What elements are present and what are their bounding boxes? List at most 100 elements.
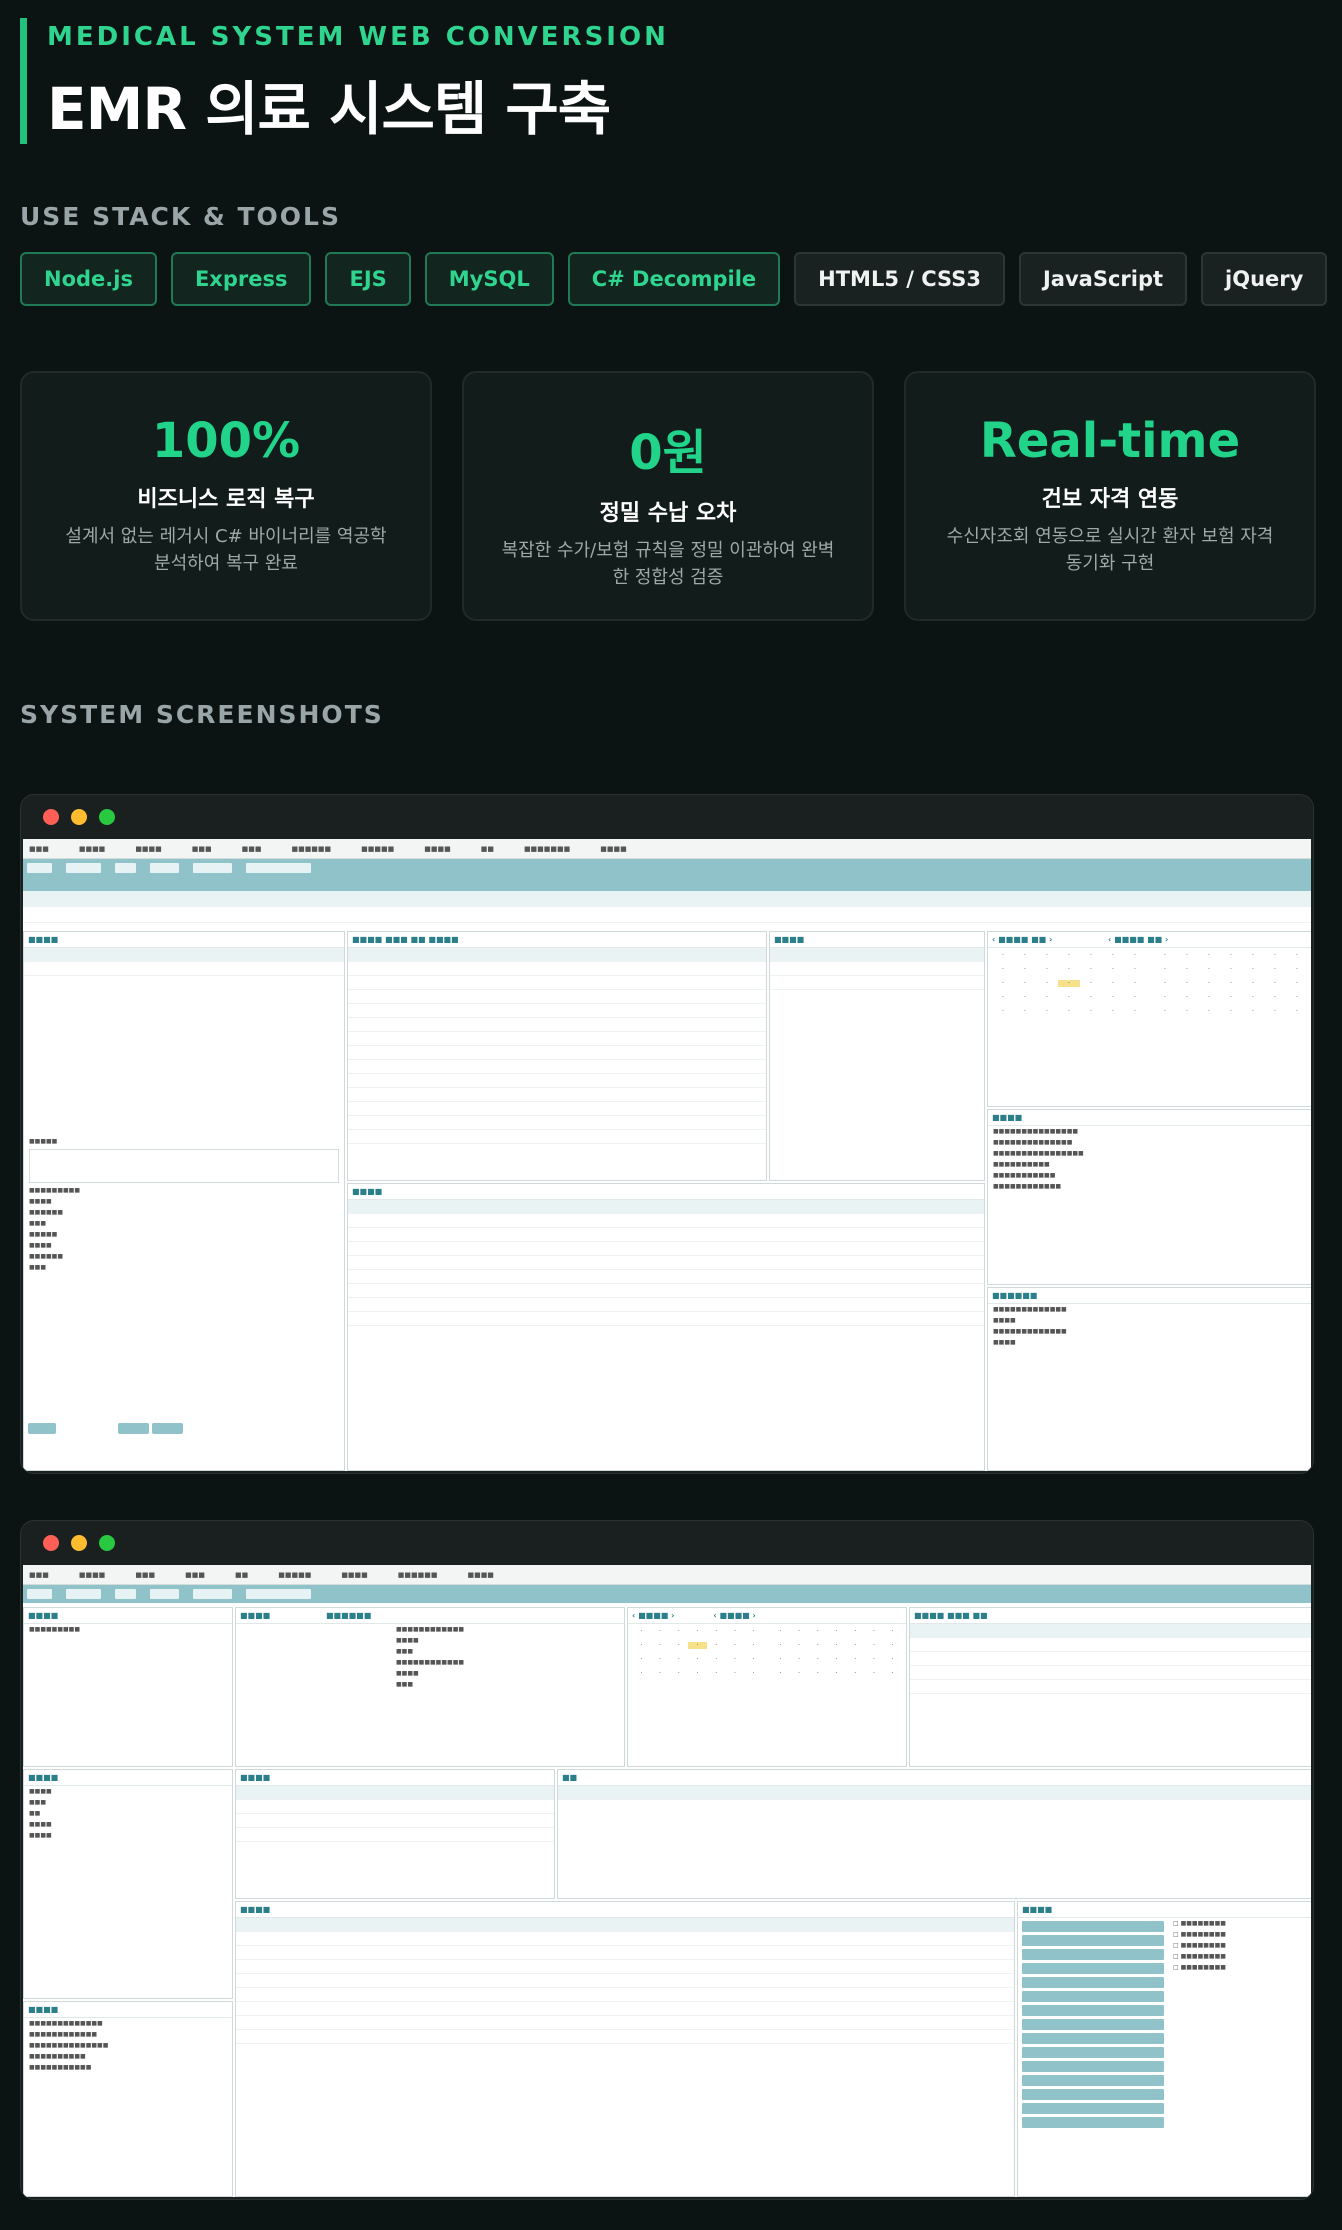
table-row[interactable] (236, 2030, 1014, 2044)
stats-row: 100% 비즈니스 로직 복구 설계서 없는 레거시 C# 바이너리를 역공학 … (20, 371, 1316, 621)
order-set-button[interactable] (1022, 2103, 1164, 2114)
screenshot-window-2: ■■■ ■■■■ ■■■ ■■■ ■■ ■■■■■ ■■■■ ■■■■■■ ■■■■ ■■■■ … (20, 1520, 1314, 2200)
emr-menu-bar: ■■■ ■■■■ ■■■■ ■■■ ■■■ ■■■■■■ ■■■■■ ■■■■ ■■ ■■■■■■… (23, 839, 1311, 859)
table-row[interactable] (236, 1974, 1014, 1988)
panel-title: ■■■■ (1018, 1902, 1311, 1918)
minimize-dot-icon (71, 809, 87, 825)
order-set-button[interactable] (1022, 2019, 1164, 2030)
table-row[interactable] (348, 1088, 766, 1102)
order-set-button[interactable] (1022, 1949, 1164, 1960)
emr-receipt-panel: ■■■■ ■■■■■ ■■■■■■■■■ ■■■■ ■■■■■■ ■■■ ■■■… (23, 931, 345, 1471)
table-row[interactable] (348, 962, 766, 976)
stat-description: 설계서 없는 레거시 C# 바이너리를 역공학 분석하여 복구 완료 (65, 526, 387, 574)
table-row[interactable] (348, 1214, 984, 1228)
table-header-row (236, 1786, 554, 1800)
table-row[interactable] (348, 1060, 766, 1074)
stack-chip-express: Express (170, 252, 312, 306)
table-row[interactable] (236, 1800, 554, 1814)
receipt-action-button[interactable] (151, 1423, 184, 1434)
table-row[interactable] (910, 1652, 1311, 1666)
table-row[interactable] (348, 1004, 766, 1018)
table-row[interactable] (348, 976, 766, 990)
panel-title: ‹ ■■■■ ■■ › ‹ ■■■■ ■■ › (988, 932, 1311, 948)
table-row[interactable] (236, 1814, 554, 1828)
table-header-row (348, 1200, 984, 1214)
panel-title: ■■■■ (24, 932, 344, 948)
emr-patient-bar (23, 859, 1311, 877)
table-row[interactable] (770, 976, 984, 990)
table-row[interactable] (348, 1102, 766, 1116)
order-set-button[interactable] (1022, 2005, 1164, 2016)
table-row[interactable] (236, 1960, 1014, 1974)
emr-order-set-panel: ■■■■ □ ■■■■■■■■ □ ■■■■■■■■ □ ■■■■■■■■ □ … (1017, 1901, 1311, 2197)
stat-description: 복잡한 수가/보험 규칙을 정밀 이관하여 완벽한 정합성 검증 (501, 540, 835, 588)
emr-visit-history-panel: ■■■■ ■■■■■■■■■■■■■■■ ■■■■■■■■■■■■■■ ■■■■… (987, 1109, 1311, 1285)
hero-eyebrow: MEDICAL SYSTEM WEB CONVERSION (47, 22, 669, 52)
table-row[interactable] (348, 1228, 984, 1242)
order-set-button[interactable] (1022, 1977, 1164, 1988)
order-set-button[interactable] (1022, 2047, 1164, 2058)
table-row[interactable] (348, 1018, 766, 1032)
table-row[interactable] (910, 1638, 1311, 1652)
emr-prescription-panel: ■■■■ (347, 1183, 985, 1471)
stat-heading: 정밀 수납 오차 (599, 501, 737, 526)
table-header-row (24, 948, 344, 962)
maximize-dot-icon (99, 809, 115, 825)
table-row[interactable] (24, 962, 344, 976)
order-set-button[interactable] (1022, 2033, 1164, 2044)
emr-memo-panel: ■■■■ ■■■■■■■■■ (23, 1607, 233, 1767)
table-row[interactable] (910, 1680, 1311, 1694)
emr-chart-record-panel: ■■■■ ■■■■■■ ■■■■■■■■■■■■ ■■■■ ■■■ ■■■■■■… (235, 1607, 625, 1767)
emr-visit-history-panel: ■■■■ ■■■■■■■■■■■■■ ■■■■■■■■■■■■ ■■■■■■■■… (23, 2001, 233, 2197)
table-row[interactable] (236, 2002, 1014, 2016)
table-row[interactable] (348, 1312, 984, 1326)
order-set-button[interactable] (1022, 2089, 1164, 2100)
table-row[interactable] (236, 1988, 1014, 2002)
emr-symptom-panel: ■■■■ ■■■■ ■■■ ■■ ■■■■ ■■■■ (23, 1769, 233, 1999)
minimize-dot-icon (71, 1535, 87, 1551)
table-row[interactable] (348, 1116, 766, 1130)
table-row[interactable] (348, 1032, 766, 1046)
close-dot-icon (43, 1535, 59, 1551)
maximize-dot-icon (99, 1535, 115, 1551)
order-set-button[interactable] (1022, 2117, 1164, 2128)
table-row[interactable] (348, 1270, 984, 1284)
receipt-action-button[interactable] (28, 1423, 56, 1434)
table-row[interactable] (770, 962, 984, 976)
order-set-button[interactable] (1022, 1921, 1164, 1932)
table-row[interactable] (348, 1074, 766, 1088)
panel-title: ■■■■ (24, 1770, 232, 1786)
stack-chip-ejs: EJS (325, 252, 411, 306)
table-row[interactable] (348, 1046, 766, 1060)
close-dot-icon (43, 809, 59, 825)
table-row[interactable] (348, 1130, 766, 1144)
emr-patient-bar (23, 1585, 1311, 1603)
table-row[interactable] (236, 1932, 1014, 1946)
panel-title: ■■■■ (24, 1608, 232, 1624)
table-row[interactable] (236, 2016, 1014, 2030)
order-set-button[interactable] (1022, 2075, 1164, 2086)
emr-section-strip (23, 877, 1311, 891)
panel-title: ■■■■ (988, 1110, 1311, 1126)
table-row[interactable] (910, 1666, 1311, 1680)
table-row[interactable] (236, 1828, 554, 1842)
order-set-button[interactable] (1022, 1935, 1164, 1946)
order-set-button[interactable] (1022, 2061, 1164, 2072)
panel-title: ■■■■ (348, 1184, 984, 1200)
table-row[interactable] (348, 990, 766, 1004)
order-set-button[interactable] (1022, 1991, 1164, 2002)
order-set-button[interactable] (1022, 1963, 1164, 1974)
table-row[interactable] (348, 1284, 984, 1298)
emr-waiting-list-panel: ■■■■ ■■■ ■■ ■■■■ (347, 931, 767, 1181)
table-row[interactable] (348, 1298, 984, 1312)
table-row[interactable] (236, 1946, 1014, 1960)
stat-heading: 건보 자격 연동 (1041, 487, 1179, 512)
receipt-action-button[interactable] (117, 1423, 150, 1434)
calendar-month-right: · · · · · · · · · · · · · · · · · · · · · · · · · · · · · · · · · · · (1164, 952, 1298, 1015)
table-row[interactable] (348, 1242, 984, 1256)
hero-heading: MEDICAL SYSTEM WEB CONVERSION EMR 의료 시스템… (20, 18, 669, 144)
emr-info-header-row (23, 891, 1311, 907)
stat-number: 0원 (629, 425, 707, 481)
table-row[interactable] (348, 1256, 984, 1270)
emr-disease-panel: ■■■■ (769, 931, 985, 1181)
